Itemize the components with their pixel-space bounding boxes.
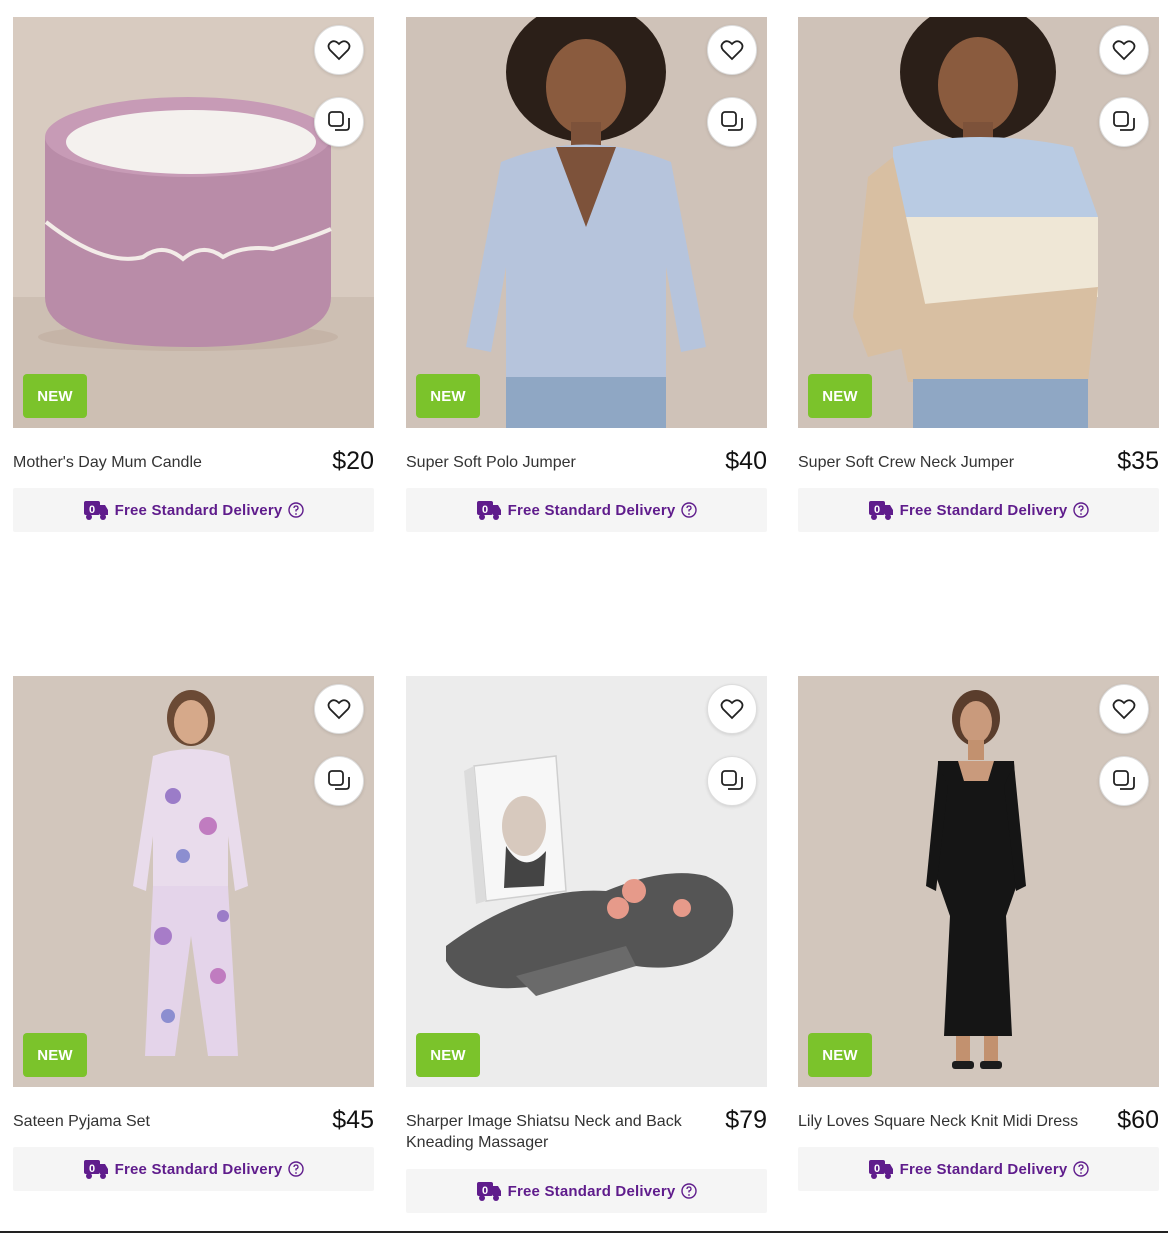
delivery-truck-icon: 0 <box>83 1160 108 1179</box>
product-meta: Super Soft Polo Jumper $40 <box>406 428 767 488</box>
product-price: $60 <box>1117 1106 1159 1134</box>
wishlist-button[interactable] <box>314 684 364 734</box>
compare-button[interactable] <box>707 97 757 147</box>
svg-text:0: 0 <box>874 1163 880 1175</box>
product-card[interactable]: NEW Sharper Image Shiatsu Neck and Back … <box>406 676 767 1213</box>
delivery-truck-icon: 0 <box>83 501 108 520</box>
delivery-label: Free Standard Delivery <box>114 501 283 519</box>
compare-icon <box>721 770 743 790</box>
delivery-info[interactable]: 0 Free Standard Delivery <box>406 488 767 532</box>
product-price: $79 <box>725 1106 767 1134</box>
new-badge: NEW <box>808 374 872 418</box>
delivery-label: Free Standard Delivery <box>899 1160 1068 1178</box>
help-circle-icon[interactable] <box>288 502 305 518</box>
compare-icon <box>328 111 350 131</box>
help-circle-icon[interactable] <box>1073 1161 1090 1177</box>
product-price: $40 <box>725 447 767 475</box>
compare-icon <box>1113 111 1135 131</box>
compare-button[interactable] <box>1099 756 1149 806</box>
product-meta: Super Soft Crew Neck Jumper $35 <box>798 428 1159 488</box>
svg-text:0: 0 <box>482 1185 488 1197</box>
product-name[interactable]: Sharper Image Shiatsu Neck and Back Knea… <box>406 1111 696 1153</box>
product-name[interactable]: Sateen Pyjama Set <box>13 1111 303 1132</box>
product-grid: NEW Mother's Day Mum Candle $20 0 Free S… <box>0 0 1168 1233</box>
product-meta: Sateen Pyjama Set $45 <box>13 1087 374 1147</box>
product-card[interactable]: NEW Super Soft Crew Neck Jumper $35 0 Fr… <box>798 17 1159 532</box>
product-price: $35 <box>1117 447 1159 475</box>
help-circle-icon[interactable] <box>288 1161 305 1177</box>
product-name[interactable]: Mother's Day Mum Candle <box>13 452 303 473</box>
product-price: $45 <box>332 1106 374 1134</box>
product-card[interactable]: NEW Lily Loves Square Neck Knit Midi Dre… <box>798 676 1159 1191</box>
heart-icon <box>327 40 351 61</box>
massager-image <box>406 676 767 1087</box>
compare-button[interactable] <box>1099 97 1149 147</box>
delivery-info[interactable]: 0 Free Standard Delivery <box>13 488 374 532</box>
heart-icon <box>720 699 744 720</box>
delivery-truck-icon: 0 <box>476 501 501 520</box>
help-circle-icon[interactable] <box>681 502 698 518</box>
heart-icon <box>1112 699 1136 720</box>
product-meta: Mother's Day Mum Candle $20 <box>13 428 374 488</box>
svg-text:0: 0 <box>89 1163 95 1175</box>
heart-icon <box>327 699 351 720</box>
new-badge: NEW <box>808 1033 872 1077</box>
svg-text:0: 0 <box>874 504 880 516</box>
product-meta: Lily Loves Square Neck Knit Midi Dress $… <box>798 1087 1159 1147</box>
svg-text:0: 0 <box>89 504 95 516</box>
pyjama-set-image <box>13 676 374 1087</box>
wishlist-button[interactable] <box>707 684 757 734</box>
wishlist-button[interactable] <box>1099 25 1149 75</box>
help-circle-icon[interactable] <box>681 1183 698 1199</box>
product-image[interactable]: NEW <box>13 676 374 1087</box>
product-price: $20 <box>332 447 374 475</box>
product-image[interactable]: NEW <box>798 17 1159 428</box>
product-name[interactable]: Super Soft Crew Neck Jumper <box>798 452 1088 473</box>
delivery-label: Free Standard Delivery <box>507 1182 676 1200</box>
product-card[interactable]: NEW Mother's Day Mum Candle $20 0 Free S… <box>13 17 374 532</box>
svg-text:0: 0 <box>482 504 488 516</box>
delivery-truck-icon: 0 <box>868 1160 893 1179</box>
wishlist-button[interactable] <box>707 25 757 75</box>
crew-neck-jumper-image <box>798 17 1159 428</box>
delivery-truck-icon: 0 <box>868 501 893 520</box>
new-badge: NEW <box>416 1033 480 1077</box>
product-image[interactable]: NEW <box>406 676 767 1087</box>
compare-icon <box>1113 770 1135 790</box>
compare-icon <box>328 770 350 790</box>
delivery-info[interactable]: 0 Free Standard Delivery <box>798 1147 1159 1191</box>
product-card[interactable]: NEW Sateen Pyjama Set $45 0 Free Standar… <box>13 676 374 1191</box>
delivery-label: Free Standard Delivery <box>507 501 676 519</box>
product-image[interactable]: NEW <box>406 17 767 428</box>
compare-button[interactable] <box>314 756 364 806</box>
product-name[interactable]: Lily Loves Square Neck Knit Midi Dress <box>798 1111 1098 1132</box>
delivery-label: Free Standard Delivery <box>899 501 1068 519</box>
delivery-truck-icon: 0 <box>476 1182 501 1201</box>
compare-icon <box>721 111 743 131</box>
product-name[interactable]: Super Soft Polo Jumper <box>406 452 696 473</box>
product-card[interactable]: NEW Super Soft Polo Jumper $40 0 Free St… <box>406 17 767 532</box>
candle-image <box>13 17 374 428</box>
product-meta: Sharper Image Shiatsu Neck and Back Knea… <box>406 1087 767 1151</box>
delivery-info[interactable]: 0 Free Standard Delivery <box>798 488 1159 532</box>
new-badge: NEW <box>23 1033 87 1077</box>
compare-button[interactable] <box>707 756 757 806</box>
wishlist-button[interactable] <box>314 25 364 75</box>
delivery-info[interactable]: 0 Free Standard Delivery <box>13 1147 374 1191</box>
wishlist-button[interactable] <box>1099 684 1149 734</box>
new-badge: NEW <box>416 374 480 418</box>
polo-jumper-image <box>406 17 767 428</box>
help-circle-icon[interactable] <box>1073 502 1090 518</box>
compare-button[interactable] <box>314 97 364 147</box>
new-badge: NEW <box>23 374 87 418</box>
heart-icon <box>720 40 744 61</box>
delivery-info[interactable]: 0 Free Standard Delivery <box>406 1169 767 1213</box>
product-image[interactable]: NEW <box>13 17 374 428</box>
product-image[interactable]: NEW <box>798 676 1159 1087</box>
heart-icon <box>1112 40 1136 61</box>
midi-dress-image <box>798 676 1159 1087</box>
delivery-label: Free Standard Delivery <box>114 1160 283 1178</box>
